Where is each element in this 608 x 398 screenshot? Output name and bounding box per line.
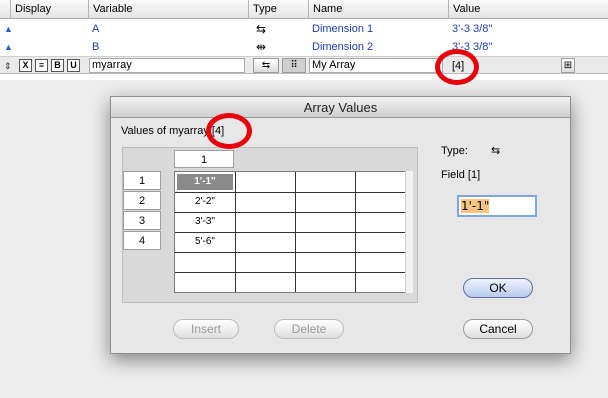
variable-input[interactable]: myarray [89,58,245,73]
dialog-title[interactable]: Array Values [111,97,570,118]
array-values-dialog: Array Values Values of myarray [4] 1 1 2… [110,96,571,354]
row-header[interactable]: 3 [123,211,161,230]
reorder-icon[interactable]: ▲ [4,20,13,38]
highlight-ring [435,49,479,85]
field-value-input[interactable]: 1'-1" [457,195,537,217]
header-value[interactable]: Value [448,0,608,19]
table-row-editing[interactable]: ⇕ X ≡ B U myarray ⇆ ⠿ My Array [4] ⊞ [0,56,608,74]
table-header: Display Variable Type Name Value [0,0,608,19]
type-array-button[interactable]: ⠿ [282,58,306,73]
reorder-icon[interactable]: ⇕ [4,57,12,75]
delete-button[interactable]: Delete [274,319,344,339]
variable-cell[interactable]: A [92,20,99,38]
grid-icon[interactable]: ⊞ [561,58,575,73]
table-row[interactable]: ▲ A ⇆ Dimension 1 3'-3 3/8" [0,20,608,38]
vertical-scrollbar[interactable] [405,171,413,293]
field-label: Field [1] [441,169,481,181]
grid-line [175,252,411,253]
dimension-icon: ⇹ [256,40,267,54]
dimension-icon: ⇆ [491,144,501,157]
align-button[interactable]: ≡ [35,59,48,72]
array-cell[interactable]: 5'-6" [175,232,235,251]
dimension-icon: ⇆ [256,22,267,36]
type-dimension-button[interactable]: ⇆ [253,58,279,73]
column-header[interactable]: 1 [174,150,234,168]
header-name[interactable]: Name [308,0,448,19]
cancel-button[interactable]: Cancel [463,319,533,339]
row-header[interactable]: 1 [123,171,161,190]
insert-button[interactable]: Insert [173,319,239,339]
array-cell-selected[interactable]: 1'-1" [177,174,233,190]
underline-button[interactable]: U [67,59,80,72]
highlight-ring [206,113,252,149]
ok-button[interactable]: OK [463,278,533,298]
variable-cell[interactable]: B [92,38,99,56]
array-cell[interactable]: 2'-2" [175,192,235,211]
reorder-icon[interactable]: ▲ [4,38,13,56]
header-variable[interactable]: Variable [88,0,248,19]
row-header[interactable]: 2 [123,191,161,210]
header-display[interactable]: Display [10,0,88,19]
bold-button[interactable]: B [51,59,64,72]
grid-line [175,272,411,273]
array-grid[interactable]: 1 1 2 3 4 1'-1" 2'-2" 3'-3" 5'-6" [122,147,418,303]
name-cell[interactable]: Dimension 1 [312,20,373,38]
table-row[interactable]: ▲ B ⇹ Dimension 2 3'-3 3/8" [0,38,608,56]
hide-button[interactable]: X [19,59,32,72]
array-cell[interactable]: 3'-3" [175,212,235,231]
value-cells[interactable]: 1'-1" 2'-2" 3'-3" 5'-6" [174,171,412,293]
row-header[interactable]: 4 [123,231,161,250]
name-cell[interactable]: Dimension 2 [312,38,373,56]
value-cell[interactable]: 3'-3 3/8" [452,20,492,38]
name-input[interactable]: My Array [309,58,443,73]
type-label: Type: [441,145,468,157]
header-type[interactable]: Type [248,0,308,19]
